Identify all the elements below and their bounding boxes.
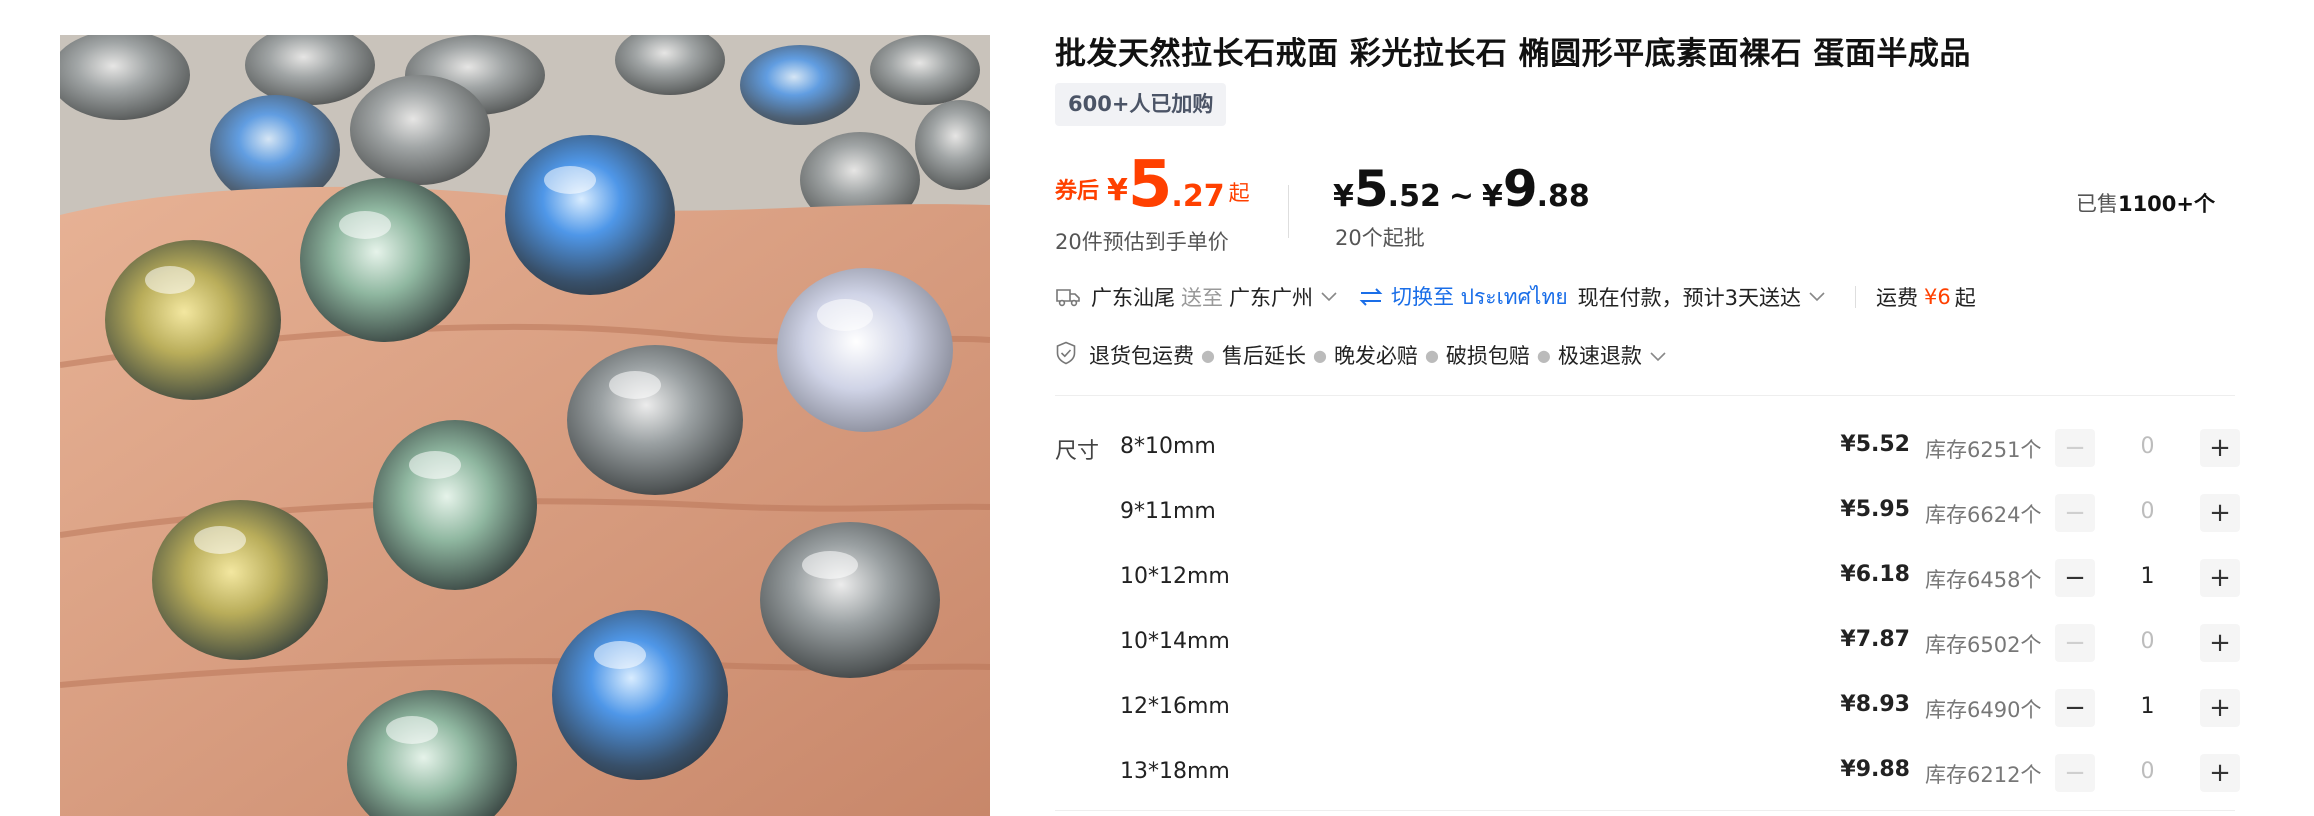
product-info-panel: 批发天然拉长石戒面 彩光拉长石 椭圆形平底素面裸石 蛋面半成品 600+人已加购… <box>1055 0 2240 816</box>
shipping-separator <box>1855 286 1856 308</box>
guarantees-row[interactable]: 退货包运费 ● 售后延长 ● 晚发必赔 ● 破损包赔 ● 极速退款 <box>1055 340 1666 370</box>
spec-row: 13*18mm ¥9.88 库存6212个 − 0 + <box>1055 740 2240 805</box>
shield-check-icon <box>1055 341 1077 370</box>
price-range: ¥5.52 ~ ¥9.88 <box>1333 160 1590 218</box>
shipping-fee-label: 运费 <box>1876 286 1918 310</box>
spec-stock: 库存6458个 <box>1925 568 2042 592</box>
spec-size: 10*14mm <box>1120 629 1230 654</box>
delivery-note[interactable]: 现在付款，预计3天送达 <box>1578 282 1801 312</box>
spec-stock: 库存6212个 <box>1925 763 2042 787</box>
buyers-badge: 600+人已加购 <box>1055 83 1227 126</box>
send-to-label: 送至 <box>1181 286 1223 310</box>
guarantee-item: 晚发必赔 <box>1333 344 1418 368</box>
coupon-note: 20件预估到手单价 <box>1055 230 1229 254</box>
spec-row: 10*12mm ¥6.18 库存6458个 − 1 + <box>1055 545 2240 610</box>
shipping-fee-suffix: 起 <box>1954 286 1976 310</box>
switch-region-link[interactable]: 切换至 ประเทศไทย <box>1391 281 1568 314</box>
spec-size: 9*11mm <box>1120 499 1216 524</box>
spec-table: 8*10mm ¥5.52 库存6251个 − 0 + 9*11mm ¥5.95 … <box>1055 415 2240 805</box>
range-high-currency: ¥ <box>1481 179 1503 214</box>
quantity-value[interactable]: 0 <box>2100 759 2195 784</box>
decrease-button[interactable]: − <box>2055 494 2095 532</box>
shipping-fee-value: ¥6 <box>1924 285 1951 309</box>
quantity-value[interactable]: 0 <box>2100 499 2195 524</box>
quantity-value[interactable]: 1 <box>2100 564 2195 589</box>
coupon-price-dec: .27 <box>1171 179 1225 214</box>
spec-price: ¥5.95 <box>1840 497 1910 522</box>
ship-origin: 广东汕尾 <box>1091 286 1175 310</box>
spec-stock: 库存6251个 <box>1925 438 2042 462</box>
coupon-tag: 券后 <box>1055 179 1100 204</box>
increase-button[interactable]: + <box>2200 689 2240 727</box>
range-low-int: 5 <box>1353 160 1389 218</box>
sold-number: 1100+个 <box>2117 192 2215 216</box>
delivery-chevron-down-icon[interactable] <box>1809 292 1825 302</box>
spec-price: ¥6.18 <box>1840 562 1910 587</box>
ship-destination[interactable]: 广东广州 <box>1229 282 1313 312</box>
bullet: ● <box>1424 345 1439 365</box>
decrease-button[interactable]: − <box>2055 689 2095 727</box>
sold-prefix: 已售 <box>2075 192 2118 216</box>
price-divider <box>1288 185 1289 238</box>
bottom-divider <box>1055 810 2235 811</box>
spec-row: 9*11mm ¥5.95 库存6624个 − 0 + <box>1055 480 2240 545</box>
spec-size: 8*10mm <box>1120 434 1216 459</box>
shipping-row: 广东汕尾 送至 广东广州 切换至 ประเทศไทย 现在付款，预计3天送达 运… <box>1055 282 1976 312</box>
spec-stock: 库存6490个 <box>1925 698 2042 722</box>
coupon-price: 券后 ¥5.27 起 <box>1055 148 1250 222</box>
guarantee-item: 破损包赔 <box>1445 344 1530 368</box>
spec-size: 12*16mm <box>1120 694 1230 719</box>
increase-button[interactable]: + <box>2200 754 2240 792</box>
spec-row: 8*10mm ¥5.52 库存6251个 − 0 + <box>1055 415 2240 480</box>
chevron-down-icon[interactable] <box>1321 292 1337 302</box>
coupon-suffix: 起 <box>1228 181 1250 205</box>
bullet: ● <box>1536 345 1551 365</box>
section-divider <box>1055 395 2235 396</box>
increase-button[interactable]: + <box>2200 624 2240 662</box>
swap-icon[interactable] <box>1359 287 1383 307</box>
spec-row: 10*14mm ¥7.87 库存6502个 − 0 + <box>1055 610 2240 675</box>
increase-button[interactable]: + <box>2200 429 2240 467</box>
decrease-button[interactable]: − <box>2055 624 2095 662</box>
quantity-value[interactable]: 0 <box>2100 434 2195 459</box>
guarantee-chevron-down-icon[interactable] <box>1650 343 1666 367</box>
range-separator: ~ <box>1448 179 1474 214</box>
range-low-dec: .52 <box>1387 179 1441 214</box>
guarantee-item: 售后延长 <box>1221 344 1306 368</box>
guarantee-item: 退货包运费 <box>1089 344 1194 368</box>
coupon-currency: ¥ <box>1107 173 1128 208</box>
quantity-value[interactable]: 0 <box>2100 629 2195 654</box>
spec-size: 13*18mm <box>1120 759 1230 784</box>
increase-button[interactable]: + <box>2200 559 2240 597</box>
quantity-value[interactable]: 1 <box>2100 694 2195 719</box>
range-high-int: 9 <box>1502 160 1538 218</box>
range-low-currency: ¥ <box>1333 179 1354 214</box>
product-image[interactable] <box>60 35 990 816</box>
decrease-button[interactable]: − <box>2055 429 2095 467</box>
moq-note: 20个起批 <box>1335 226 1425 250</box>
spec-stock: 库存6624个 <box>1925 503 2042 527</box>
coupon-price-int: 5 <box>1127 148 1173 222</box>
bullet: ● <box>1201 345 1215 365</box>
increase-button[interactable]: + <box>2200 494 2240 532</box>
guarantee-item: 极速退款 <box>1557 344 1642 368</box>
spec-size: 10*12mm <box>1120 564 1230 589</box>
spec-price: ¥8.93 <box>1840 692 1910 717</box>
spec-row: 12*16mm ¥8.93 库存6490个 − 1 + <box>1055 675 2240 740</box>
product-title: 批发天然拉长石戒面 彩光拉长石 椭圆形平底素面裸石 蛋面半成品 <box>1055 36 1971 72</box>
bullet: ● <box>1312 345 1327 365</box>
spec-price: ¥7.87 <box>1840 627 1910 652</box>
sold-count: 已售1100+个 <box>2076 188 2215 218</box>
product-photo-drawing <box>60 35 990 816</box>
range-high-dec: .88 <box>1536 179 1590 214</box>
spec-stock: 库存6502个 <box>1925 633 2042 657</box>
spec-price: ¥9.88 <box>1840 757 1910 782</box>
decrease-button[interactable]: − <box>2055 559 2095 597</box>
truck-icon <box>1055 286 1081 308</box>
spec-price: ¥5.52 <box>1840 432 1910 457</box>
decrease-button[interactable]: − <box>2055 754 2095 792</box>
